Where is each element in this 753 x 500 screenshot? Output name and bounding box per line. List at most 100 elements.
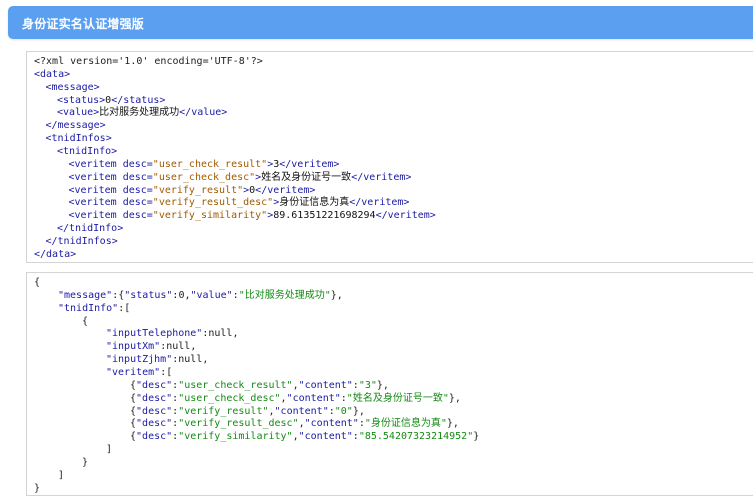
code-token: </tnidInfos> (45, 235, 118, 247)
code-token: </veritem> (255, 184, 316, 196)
code-line: <veritem desc="verify_result_desc">身份证信息… (69, 196, 410, 209)
code-token: }, (330, 289, 343, 301)
code-line: <value>比对服务处理成功</value> (57, 106, 227, 119)
code-token: :[ (118, 302, 131, 314)
code-token: </data> (34, 248, 77, 260)
code-token: "verify_result" (178, 405, 269, 417)
header-bar: 身份证实名认证增强版 (8, 6, 753, 39)
code-token: "veritem" (106, 366, 161, 378)
code-line: <tnidInfo> (57, 145, 117, 158)
code-token: <value> (57, 107, 100, 119)
code-token: desc= (122, 184, 153, 196)
code-token: desc= (122, 197, 153, 209)
code-token: ] (106, 444, 113, 456)
code-token: "content" (304, 418, 359, 430)
code-token: ] (58, 469, 65, 481)
code-token: } (34, 482, 41, 494)
code-token: "message" (58, 289, 113, 301)
code-token: "verify_result" (152, 184, 244, 196)
code-token: "inputZjhm" (106, 354, 173, 366)
code-token: "desc" (136, 431, 173, 443)
code-token: </value> (179, 107, 228, 119)
code-line: {"desc":"user_check_result","content":"3… (130, 379, 389, 392)
json-result-panel: { "message":{"status":0,"value":"比对服务处理成功… (26, 272, 753, 496)
code-token: </veritem> (349, 197, 410, 209)
code-token: "0" (334, 405, 353, 417)
code-line: <veritem desc="verify_result">0</veritem… (69, 184, 316, 197)
code-token: 比对服务处理成功 (99, 107, 180, 119)
code-token: 身份证信息为真 (279, 197, 350, 209)
code-token: "desc" (136, 379, 173, 391)
code-token: "姓名及身份证号一致" (346, 392, 449, 404)
code-token: "user_check_result" (178, 379, 293, 391)
code-token: "content" (298, 379, 353, 391)
code-token: "比对服务处理成功" (238, 289, 331, 301)
code-token: "content" (298, 431, 353, 443)
code-token: } (82, 456, 89, 468)
code-token: null (178, 354, 203, 366)
code-line: <?xml version='1.0' encoding='UTF-8'?> (34, 55, 263, 68)
code-token: "verify_similarity" (152, 210, 268, 222)
code-token: "tnidInfo" (58, 302, 119, 314)
code-token: "user_check_desc" (178, 392, 281, 404)
code-token: <message> (45, 81, 100, 93)
code-line: ] (106, 443, 112, 456)
code-token: , (202, 354, 209, 366)
code-token: "身份证信息为真" (364, 418, 447, 430)
code-token: "content" (274, 405, 329, 417)
code-token: "3" (358, 379, 377, 391)
code-line: ] (58, 469, 64, 482)
code-token: :[ (160, 366, 173, 378)
code-token: "desc" (136, 418, 173, 430)
code-token: 姓名及身份证号一致 (261, 171, 352, 183)
code-line: </tnidInfos> (46, 235, 118, 248)
code-line: "inputZjhm":null, (106, 353, 208, 366)
code-token: "user_check_desc" (152, 171, 256, 183)
code-line: </data> (34, 248, 76, 261)
code-token: desc= (122, 210, 153, 222)
code-line: "tnidInfo":[ (58, 302, 130, 315)
code-token: <tnidInfo> (57, 145, 118, 157)
code-line: "veritem":[ (106, 366, 172, 379)
code-token: <veritem (68, 210, 123, 222)
code-line: {"desc":"user_check_desc","content":"姓名及… (130, 392, 461, 405)
code-line: "message":{"status":0,"value":"比对服务处理成功"… (58, 289, 343, 302)
code-token: 89.61351221698294 (273, 210, 376, 222)
code-token: "desc" (136, 405, 173, 417)
code-line: <message> (46, 81, 100, 94)
code-token: "inputTelephone" (106, 328, 203, 340)
code-token: { (82, 315, 89, 327)
code-token: "content" (286, 392, 341, 404)
code-token: <veritem (68, 158, 123, 170)
code-token: </veritem> (279, 158, 340, 170)
code-token: null (166, 341, 191, 353)
code-line: {"desc":"verify_similarity","content":"8… (130, 430, 479, 443)
code-token: <?xml version='1.0' encoding='UTF-8'?> (34, 56, 263, 67)
code-token: "verify_similarity" (178, 431, 293, 443)
xml-result-panel: <?xml version='1.0' encoding='UTF-8'?> <d… (26, 51, 753, 263)
code-line: { (34, 276, 40, 289)
code-line: </message> (46, 119, 106, 132)
code-token: desc= (122, 171, 153, 183)
code-token: <data> (34, 68, 71, 80)
code-line: "inputTelephone":null, (106, 327, 238, 340)
code-line: } (82, 456, 88, 469)
code-line: { (82, 315, 88, 328)
code-line: <data> (34, 68, 70, 81)
code-token: "verify_result_desc" (178, 418, 299, 430)
code-token: , (232, 328, 239, 340)
code-token: "85.54207323214952" (358, 431, 474, 443)
code-line: {"desc":"verify_result_desc","content":"… (130, 417, 459, 430)
code-token: }, (376, 379, 389, 391)
code-token: , (190, 341, 197, 353)
code-token: null (208, 328, 233, 340)
code-token: <veritem (68, 171, 123, 183)
code-token: </message> (45, 120, 106, 132)
code-line: } (34, 482, 40, 495)
code-line: <veritem desc="verify_similarity">89.613… (69, 209, 436, 222)
code-line: <status>0</status> (57, 94, 165, 107)
code-token: </veritem> (351, 171, 412, 183)
code-token: <veritem (68, 184, 123, 196)
code-token: desc= (122, 158, 153, 170)
code-token: "desc" (136, 392, 173, 404)
